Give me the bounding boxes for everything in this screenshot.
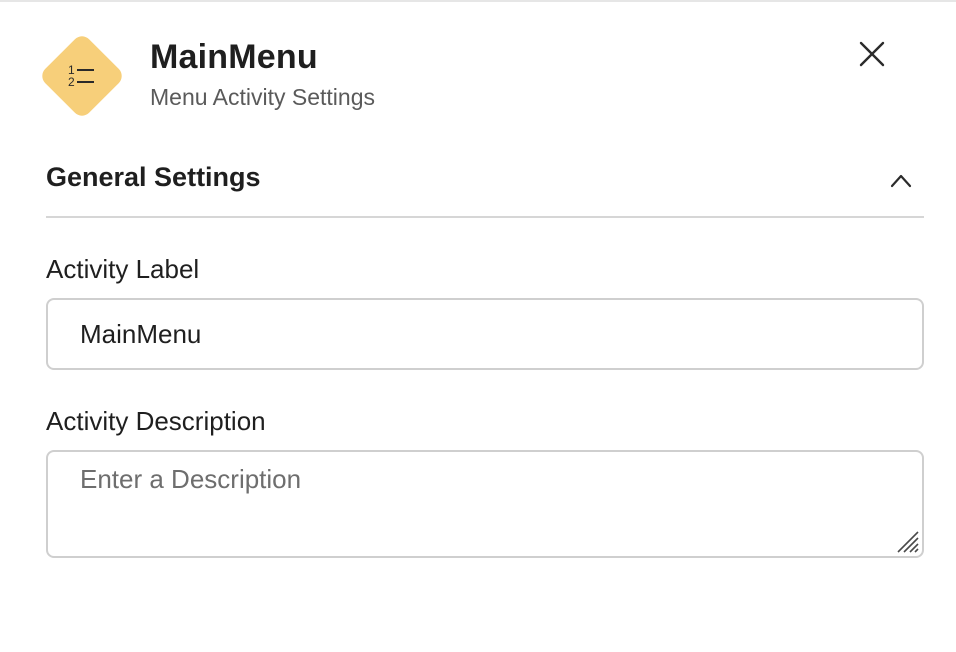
resize-handle-icon[interactable] — [894, 528, 920, 554]
activity-label-label: Activity Label — [46, 254, 200, 284]
page-subtitle: Menu Activity Settings — [150, 84, 375, 110]
activity-description-textarea[interactable] — [46, 450, 924, 558]
chevron-up-icon[interactable] — [888, 168, 914, 194]
general-settings-accordion[interactable]: General Settings — [46, 152, 924, 218]
activity-settings-panel: 1 2 MainMenu Menu Activity Settings Gene… — [0, 0, 956, 652]
close-icon — [859, 41, 885, 67]
close-button[interactable] — [853, 35, 891, 73]
activity-description-wrapper — [46, 450, 924, 558]
activity-description-label: Activity Description — [46, 406, 266, 436]
page-title: MainMenu — [150, 38, 318, 76]
section-title: General Settings — [46, 162, 261, 192]
numbered-list-icon: 1 2 — [42, 36, 122, 116]
activity-label-input[interactable] — [46, 298, 924, 370]
svg-text:2: 2 — [68, 75, 75, 89]
panel-header: 1 2 MainMenu Menu Activity Settings — [32, 26, 896, 126]
